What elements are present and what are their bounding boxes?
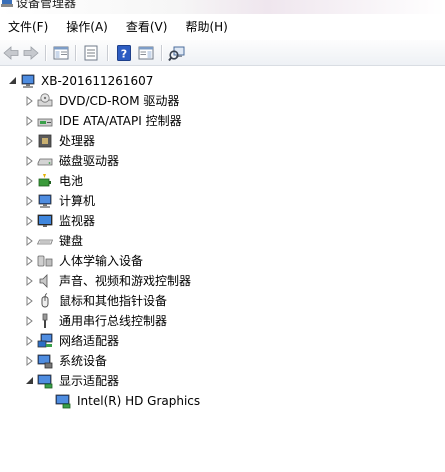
expand-triangle-icon[interactable] [25, 211, 34, 231]
display-adapter-icon [55, 394, 71, 409]
menu-help[interactable]: 帮助(H) [179, 16, 233, 38]
tree-category-label: 键盘 [59, 234, 84, 248]
expand-triangle-icon[interactable] [25, 311, 34, 331]
tree-category-label: IDE ATA/ATAPI 控制器 [59, 114, 182, 128]
mouse-icon [41, 293, 49, 308]
tree-device-label: Intel(R) HD Graphics [77, 394, 201, 408]
disk-drive-icon [37, 158, 53, 166]
tree-category-ide[interactable]: IDE ATA/ATAPI 控制器 [0, 111, 445, 131]
expand-triangle-icon[interactable] [25, 291, 34, 311]
expand-triangle-icon[interactable] [25, 151, 34, 171]
tree-category-battery[interactable]: 电池 [0, 171, 445, 191]
tree-category-monitor[interactable]: 监视器 [0, 211, 445, 231]
tree-category-label: 系统设备 [59, 354, 108, 368]
help-icon[interactable]: ? [115, 44, 133, 62]
computer-icon [38, 194, 52, 208]
sound-icon [39, 274, 48, 288]
toolbar-separator [161, 45, 162, 61]
dvd-drive-icon [37, 93, 53, 107]
tree-root[interactable]: XB-201611261607 [0, 71, 445, 91]
toolbar-separator [75, 45, 76, 61]
tree-category-label: 磁盘驱动器 [59, 154, 120, 168]
expand-triangle-icon[interactable] [25, 131, 34, 151]
window-title: 设备管理器 [16, 0, 77, 10]
toolbar-separator [45, 45, 46, 61]
tree-category-label: 电池 [59, 174, 84, 188]
tree-device-intel-hd-graphics[interactable]: Intel(R) HD Graphics [0, 391, 445, 411]
menu-bar: 文件(F) 操作(A) 查看(V) 帮助(H) [0, 14, 445, 40]
tree-category-processor[interactable]: 处理器 [0, 131, 445, 151]
tree-category-sound[interactable]: 声音、视频和游戏控制器 [0, 271, 445, 291]
tree-category-label: 鼠标和其他指针设备 [59, 294, 168, 308]
processor-icon [38, 134, 52, 148]
tree-category-mouse[interactable]: 鼠标和其他指针设备 [0, 291, 445, 311]
forward-arrow-icon[interactable] [22, 44, 40, 62]
tree-category-computer[interactable]: 计算机 [0, 191, 445, 211]
expand-triangle-icon[interactable] [25, 331, 34, 351]
monitor-icon [37, 214, 53, 227]
tree-category-disk[interactable]: 磁盘驱动器 [0, 151, 445, 171]
svg-text:?: ? [121, 48, 127, 61]
keyboard-icon [37, 239, 53, 245]
expand-triangle-icon[interactable] [25, 251, 34, 271]
display-adapter-icon [37, 374, 53, 389]
tree-category-label: 声音、视频和游戏控制器 [59, 274, 192, 288]
tree-category-hid[interactable]: 人体学输入设备 [0, 251, 445, 271]
tree-category-label: 显示适配器 [59, 374, 120, 388]
expand-triangle-icon[interactable] [25, 351, 34, 371]
properties-icon[interactable] [82, 44, 100, 62]
tree-category-display[interactable]: 显示适配器 [0, 371, 445, 391]
expand-triangle-icon[interactable] [25, 271, 34, 291]
collapse-triangle-icon[interactable] [8, 71, 17, 91]
computer-icon [21, 74, 35, 88]
tree-category-label: 人体学输入设备 [59, 254, 144, 268]
usb-icon [42, 313, 48, 328]
tree-root-label: XB-201611261607 [41, 74, 154, 88]
menu-view[interactable]: 查看(V) [120, 16, 174, 38]
toolbar: ? [0, 40, 445, 66]
tree-category-label: 计算机 [59, 194, 96, 208]
tree-category-dvd[interactable]: DVD/CD-ROM 驱动器 [0, 91, 445, 111]
tree-category-label: 网络适配器 [59, 334, 120, 348]
scan-hardware-changes-icon[interactable] [168, 44, 186, 62]
expand-triangle-icon[interactable] [25, 231, 34, 251]
battery-icon [38, 174, 51, 187]
expand-triangle-icon[interactable] [25, 111, 34, 131]
system-device-icon [37, 354, 53, 369]
tree-category-system[interactable]: 系统设备 [0, 351, 445, 371]
show-hide-console-tree-icon[interactable] [52, 44, 70, 62]
menu-action[interactable]: 操作(A) [60, 16, 114, 38]
expand-triangle-icon[interactable] [25, 171, 34, 191]
action-pane-icon[interactable] [137, 44, 155, 62]
hid-icon [37, 255, 53, 267]
ide-controller-icon [37, 118, 53, 127]
tree-category-network[interactable]: 网络适配器 [0, 331, 445, 351]
tree-category-label: 监视器 [59, 214, 96, 228]
tree-category-label: 通用串行总线控制器 [59, 314, 168, 328]
title-bar: 设备管理器 [0, 0, 445, 14]
toolbar-separator [107, 45, 108, 61]
tree-category-label: 处理器 [59, 134, 96, 148]
menu-file[interactable]: 文件(F) [2, 16, 54, 38]
device-tree: XB-201611261607 DVD/CD-ROM 驱动器 IDE ATA/A… [0, 67, 445, 472]
collapse-triangle-icon[interactable] [25, 371, 34, 391]
device-manager-icon [1, 0, 13, 7]
tree-category-keyboard[interactable]: 键盘 [0, 231, 445, 251]
back-arrow-icon[interactable] [2, 44, 20, 62]
tree-category-usb[interactable]: 通用串行总线控制器 [0, 311, 445, 331]
tree-category-label: DVD/CD-ROM 驱动器 [59, 94, 180, 108]
expand-triangle-icon[interactable] [25, 91, 34, 111]
expand-triangle-icon[interactable] [25, 191, 34, 211]
network-adapter-icon [37, 333, 53, 348]
